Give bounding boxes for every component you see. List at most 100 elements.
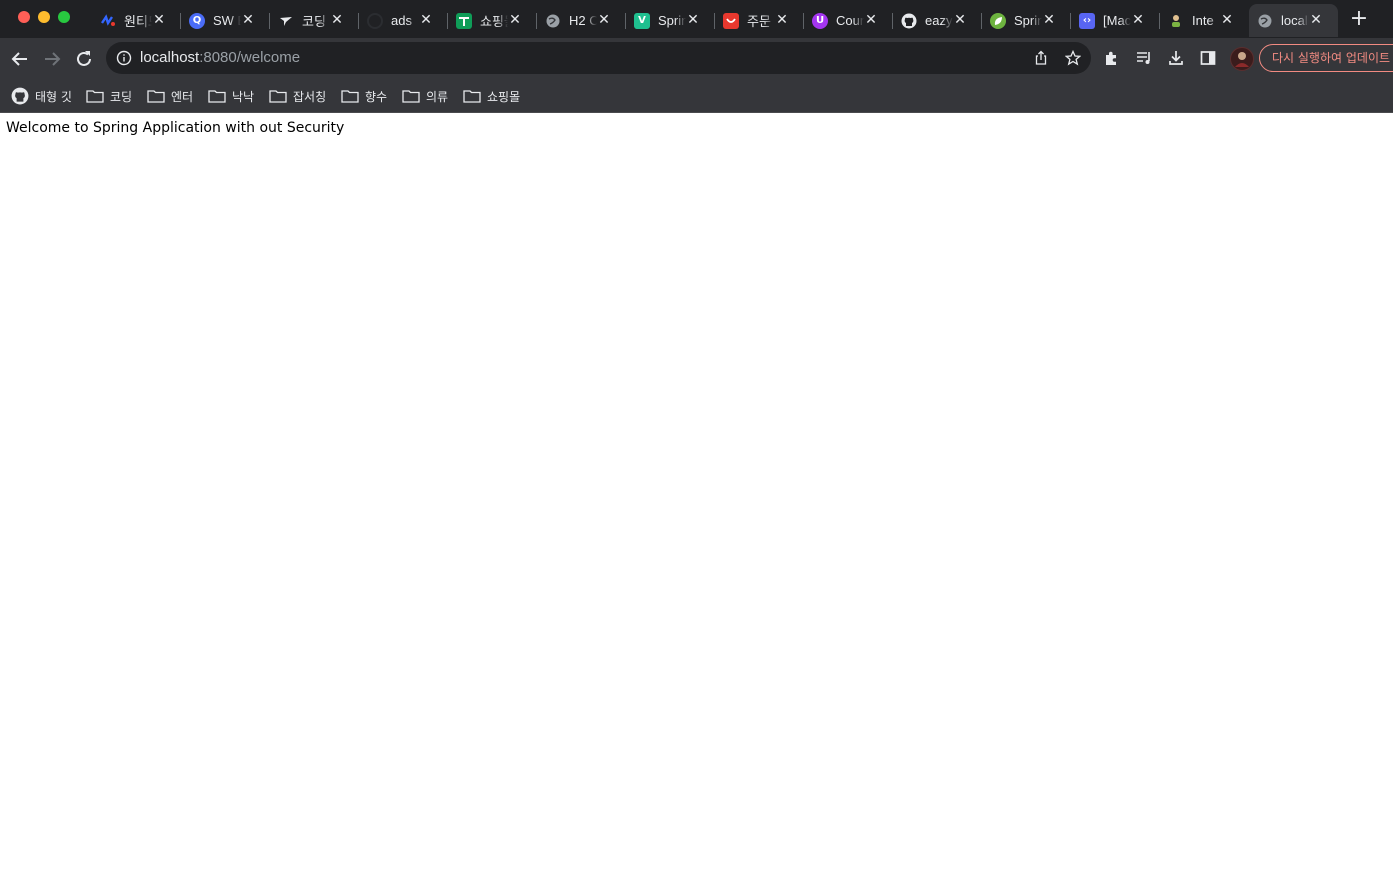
bookmark-label: 낙낙 bbox=[232, 89, 255, 104]
minimize-window-button[interactable] bbox=[38, 11, 50, 23]
tab-list: 원티드 ✕ Q SW Expert ✕ 코딩 ✕ ads ✕ 쇼핑몰 ✕ bbox=[92, 4, 1338, 38]
bookmark-item[interactable]: 태형 깃 bbox=[11, 87, 72, 105]
url-path: :8080/welcome bbox=[199, 49, 301, 66]
tab-12[interactable]: Inte ✕ bbox=[1160, 4, 1249, 37]
bookmark-folder[interactable]: 의류 bbox=[402, 87, 448, 105]
q-logo-icon: Q bbox=[189, 12, 205, 29]
share-icon[interactable] bbox=[1033, 50, 1049, 66]
tab-title: eazybytes bbox=[925, 13, 953, 28]
tab-10[interactable]: Spring ✕ bbox=[982, 4, 1071, 37]
browser-chrome: 원티드 ✕ Q SW Expert ✕ 코딩 ✕ ads ✕ 쇼핑몰 ✕ bbox=[0, 0, 1393, 113]
wanted-logo-icon bbox=[100, 13, 116, 29]
tab-13-active[interactable]: localhost ✕ bbox=[1249, 4, 1338, 37]
extensions-puzzle-icon[interactable] bbox=[1103, 49, 1121, 67]
bookmark-folder[interactable]: 향수 bbox=[341, 87, 387, 105]
tab-title: SW Expert bbox=[213, 13, 241, 28]
person-icon bbox=[1168, 13, 1184, 29]
close-icon[interactable]: ✕ bbox=[329, 12, 345, 28]
tab-3[interactable]: ads ✕ bbox=[359, 4, 448, 37]
github-icon bbox=[11, 87, 29, 105]
tab-6[interactable]: V Spring ✕ bbox=[626, 4, 715, 37]
bookmark-folder[interactable]: 코딩 bbox=[86, 87, 132, 105]
basket-icon bbox=[723, 12, 739, 29]
github-icon bbox=[901, 13, 917, 29]
tab-title: 쇼핑몰 bbox=[480, 14, 508, 29]
close-window-button[interactable] bbox=[18, 11, 30, 23]
close-icon[interactable]: ✕ bbox=[1308, 12, 1324, 28]
bookmark-label: 향수 bbox=[365, 89, 388, 104]
bookmark-star-icon[interactable] bbox=[1065, 50, 1081, 66]
tab-title: 코딩 bbox=[302, 14, 326, 29]
relaunch-update-button[interactable]: 다시 실행하여 업데이트 bbox=[1259, 44, 1393, 72]
welcome-message: Welcome to Spring Application with out S… bbox=[6, 120, 345, 136]
back-arrow-icon[interactable] bbox=[9, 48, 31, 70]
close-icon[interactable]: ✕ bbox=[1041, 12, 1057, 28]
close-icon[interactable]: ✕ bbox=[685, 12, 701, 28]
close-icon[interactable]: ✕ bbox=[151, 12, 167, 28]
profile-avatar[interactable] bbox=[1230, 47, 1254, 71]
bookmark-label: 잡서칭 bbox=[293, 89, 327, 104]
bookmark-label: 코딩 bbox=[110, 89, 133, 104]
folder-icon bbox=[463, 90, 481, 103]
new-tab-button[interactable]: + bbox=[1348, 8, 1370, 30]
folder-icon bbox=[341, 90, 359, 103]
bookmark-label: 쇼핑몰 bbox=[487, 89, 521, 104]
close-icon[interactable]: ✕ bbox=[863, 12, 879, 28]
bookmark-label: 의류 bbox=[426, 89, 449, 104]
bookmark-folder[interactable]: 잡서칭 bbox=[269, 87, 326, 105]
close-icon[interactable]: ✕ bbox=[1219, 12, 1235, 28]
bookmark-folder[interactable]: 쇼핑몰 bbox=[463, 87, 520, 105]
address-bar[interactable]: localhost:8080/welcome bbox=[106, 42, 1091, 74]
tab-title: H2 Console bbox=[569, 13, 597, 28]
tab-8[interactable]: U Course ✕ bbox=[804, 4, 893, 37]
tab-title: 주문 bbox=[747, 14, 771, 29]
maximize-window-button[interactable] bbox=[58, 11, 70, 23]
tab-title: Inte bbox=[1192, 13, 1214, 28]
tab-title: 원티드 bbox=[124, 14, 152, 29]
folder-icon bbox=[147, 90, 165, 103]
bookmark-folder[interactable]: 엔터 bbox=[147, 87, 193, 105]
tab-title: Spring bbox=[658, 13, 686, 28]
download-icon[interactable] bbox=[1167, 49, 1185, 67]
tab-title: Spring bbox=[1014, 13, 1042, 28]
close-icon[interactable]: ✕ bbox=[952, 12, 968, 28]
tab-9[interactable]: eazybytes ✕ bbox=[893, 4, 982, 37]
page-content: Welcome to Spring Application with out S… bbox=[0, 113, 1393, 143]
globe-icon bbox=[1257, 13, 1273, 29]
info-icon[interactable] bbox=[116, 50, 132, 66]
close-icon[interactable]: ✕ bbox=[774, 12, 790, 28]
bird-logo-icon bbox=[278, 13, 294, 29]
tab-7[interactable]: 주문 ✕ bbox=[715, 4, 804, 37]
folder-icon bbox=[208, 90, 226, 103]
url-host: localhost bbox=[140, 49, 200, 66]
close-icon[interactable]: ✕ bbox=[418, 12, 434, 28]
tab-0[interactable]: 원티드 ✕ bbox=[92, 4, 181, 37]
side-panel-icon[interactable] bbox=[1199, 49, 1217, 67]
tab-2[interactable]: 코딩 ✕ bbox=[270, 4, 359, 37]
tab-5[interactable]: H2 Console ✕ bbox=[537, 4, 626, 37]
tab-4[interactable]: 쇼핑몰 ✕ bbox=[448, 4, 537, 37]
tab-1[interactable]: Q SW Expert ✕ bbox=[181, 4, 270, 37]
close-icon[interactable]: ✕ bbox=[596, 12, 612, 28]
sheets-icon bbox=[456, 12, 472, 29]
tab-title: ads bbox=[391, 13, 412, 28]
toolbar: localhost:8080/welcome 다시 실행하여 업데이트 bbox=[0, 38, 1393, 79]
spring-leaf-icon bbox=[990, 12, 1006, 29]
url-text[interactable]: localhost:8080/welcome bbox=[140, 49, 300, 66]
tab-11[interactable]: ‹› [Mac] ✕ bbox=[1071, 4, 1160, 37]
bookmark-folder[interactable]: 낙낙 bbox=[208, 87, 254, 105]
close-icon[interactable]: ✕ bbox=[1130, 12, 1146, 28]
tab-title: Course bbox=[836, 13, 864, 28]
tab-title: localhost bbox=[1281, 13, 1309, 28]
folder-icon bbox=[269, 90, 287, 103]
github-icon bbox=[367, 12, 383, 29]
globe-icon bbox=[545, 13, 561, 29]
close-icon[interactable]: ✕ bbox=[507, 12, 523, 28]
media-playlist-icon[interactable] bbox=[1135, 49, 1153, 67]
bookmark-label: 태형 깃 bbox=[35, 89, 72, 104]
udemy-icon: U bbox=[812, 12, 828, 29]
reload-icon[interactable] bbox=[73, 48, 95, 70]
forward-arrow-icon[interactable] bbox=[41, 48, 63, 70]
tab-strip: 원티드 ✕ Q SW Expert ✕ 코딩 ✕ ads ✕ 쇼핑몰 ✕ bbox=[0, 0, 1393, 38]
close-icon[interactable]: ✕ bbox=[240, 12, 256, 28]
